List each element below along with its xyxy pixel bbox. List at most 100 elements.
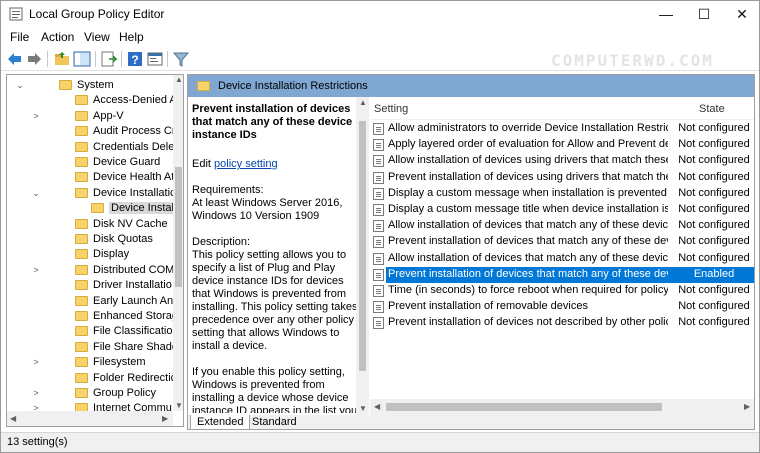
tab-standard[interactable]: Standard <box>246 415 303 429</box>
tree-item[interactable]: > Distributed COM <box>7 263 177 278</box>
folder-icon <box>75 234 88 244</box>
policy-state: Not configured <box>678 186 750 199</box>
policy-row[interactable]: Allow installation of devices that match… <box>370 251 754 267</box>
list-horizontal-scrollbar[interactable]: ◀ ▶ <box>370 399 754 415</box>
policy-row[interactable]: Prevent installation of devices that mat… <box>370 234 754 250</box>
collapse-chevron-icon[interactable]: ⌄ <box>15 78 25 93</box>
policy-row[interactable]: Display a custom message when installati… <box>370 186 754 202</box>
tree-item[interactable]: Display <box>7 247 177 262</box>
app-window: Local Group Policy Editor — ☐ ✕ File Act… <box>0 0 760 453</box>
tree-item-label: Folder Redirectic <box>93 371 177 384</box>
toolbar-separator <box>167 51 168 67</box>
policy-row[interactable]: Prevent installation of devices that mat… <box>373 266 754 283</box>
scroll-right-icon[interactable]: ▶ <box>744 402 750 411</box>
expand-chevron-icon[interactable]: > <box>31 386 41 401</box>
scroll-left-icon[interactable]: ◀ <box>10 414 16 423</box>
policy-state: Not configured <box>678 300 750 313</box>
list-scroll-thumb[interactable] <box>386 403 662 411</box>
header-divider <box>370 119 754 120</box>
expand-chevron-icon[interactable]: > <box>31 109 41 124</box>
forward-arrow-icon[interactable] <box>25 50 43 68</box>
menu-file[interactable]: File <box>10 30 29 44</box>
folder-icon <box>75 264 88 275</box>
tree-item[interactable]: > Filesystem <box>7 355 177 370</box>
tab-extended[interactable]: Extended <box>190 415 251 429</box>
folder-icon <box>75 95 88 106</box>
show-hide-tree-icon[interactable] <box>73 50 91 68</box>
tree-item[interactable]: Early Launch Ant <box>7 294 177 309</box>
policy-row[interactable]: Prevent installation of removable device… <box>370 299 754 315</box>
scroll-up-icon[interactable]: ▲ <box>175 75 183 84</box>
policy-row[interactable]: Prevent installation of devices using dr… <box>370 170 754 186</box>
scroll-down-icon[interactable]: ▼ <box>359 404 367 413</box>
policy-setting-icon <box>373 252 384 265</box>
collapse-chevron-icon[interactable]: ⌄ <box>31 186 41 201</box>
tree-item[interactable]: File Share Shado <box>7 340 178 355</box>
tree-item-label: Disk NV Cache <box>93 217 168 230</box>
policy-row[interactable]: Prevent installation of devices not desc… <box>370 315 754 331</box>
navigation-tree[interactable]: ⌄ System Access-Denied A > App-V Audit Proces… <box>6 74 184 427</box>
policy-row[interactable]: Apply layered order of evaluation for Al… <box>370 137 754 153</box>
folder-icon <box>75 249 88 260</box>
properties-icon[interactable] <box>146 50 164 68</box>
tree-item[interactable]: Audit Process Cr <box>7 124 177 139</box>
expand-chevron-icon[interactable]: > <box>31 263 41 278</box>
help-icon[interactable]: ? <box>126 50 144 68</box>
tree-item[interactable]: Credentials Dele <box>7 140 177 155</box>
tree-item[interactable]: Enhanced Storag <box>7 309 178 324</box>
tree-scroll-thumb[interactable] <box>175 167 182 287</box>
scroll-down-icon[interactable]: ▼ <box>175 401 183 410</box>
description-text: This policy setting allows you to specif… <box>192 249 358 352</box>
scroll-left-icon[interactable]: ◀ <box>374 402 380 411</box>
policy-row[interactable]: Allow installation of devices using driv… <box>370 153 754 169</box>
tree-item[interactable]: > Group Policy <box>7 386 177 401</box>
tree-vertical-scrollbar[interactable]: ▲ ▼ <box>173 75 183 411</box>
scroll-right-icon[interactable]: ▶ <box>162 414 168 423</box>
column-header-state[interactable]: State <box>699 103 725 115</box>
policy-title: Prevent installation of devices that mat… <box>192 103 353 141</box>
tree-item-label: Access-Denied A <box>93 94 177 107</box>
description-label: Description: <box>192 236 251 248</box>
policy-name: Display a custom message when installati… <box>388 186 668 199</box>
up-folder-icon[interactable] <box>53 50 71 68</box>
policy-row[interactable]: Allow administrators to override Device … <box>370 121 754 137</box>
description-scroll-thumb[interactable] <box>359 121 366 371</box>
tree-item[interactable]: Device Guard <box>7 155 177 170</box>
tree-item[interactable]: Folder Redirectic <box>7 371 177 386</box>
menu-action[interactable]: Action <box>41 30 74 44</box>
export-list-icon[interactable] <box>100 50 118 68</box>
tree-item[interactable]: ⌄ System <box>7 78 177 93</box>
menu-help[interactable]: Help <box>119 30 144 44</box>
requirements-label: Requirements: <box>192 184 264 196</box>
folder-icon <box>75 157 88 167</box>
filter-icon[interactable] <box>172 50 190 68</box>
menu-view[interactable]: View <box>84 30 110 44</box>
tree-item[interactable]: ⌄ Device Installatic <box>7 186 177 201</box>
tree-item-label: Device Guard <box>93 156 161 168</box>
tree-item[interactable]: > App-V <box>7 109 177 124</box>
back-arrow-icon[interactable] <box>6 50 24 68</box>
tree-item[interactable]: Disk NV Cache <box>7 217 177 232</box>
policy-row[interactable]: Time (in seconds) to force reboot when r… <box>370 283 754 299</box>
tree-item[interactable]: Device Health At <box>7 170 177 185</box>
tree-horizontal-scrollbar[interactable]: ◀ ▶ <box>7 411 173 426</box>
policy-state: Not configured <box>678 251 750 264</box>
tree-item[interactable]: Device Install <box>7 201 179 216</box>
column-header-setting[interactable]: Setting <box>374 103 408 115</box>
close-button[interactable]: ✕ <box>719 1 760 27</box>
policy-setting-icon <box>373 123 384 135</box>
policy-row[interactable]: Display a custom message title when devi… <box>370 202 754 218</box>
tree-item[interactable]: Access-Denied A <box>7 93 177 108</box>
tree-item[interactable]: Disk Quotas <box>7 232 177 247</box>
policy-setting-icon <box>373 301 384 314</box>
scroll-up-icon[interactable]: ▲ <box>359 98 367 107</box>
edit-policy-setting-link[interactable]: policy setting <box>214 158 278 170</box>
policy-state: Not configured <box>678 284 750 296</box>
policy-name: Prevent installation of removable device… <box>388 300 588 313</box>
expand-chevron-icon[interactable]: > <box>31 355 41 370</box>
tree-item[interactable]: File Classification <box>7 324 179 339</box>
tree-item[interactable]: Driver Installatio <box>7 278 177 293</box>
policy-state: Enabled <box>693 267 735 280</box>
description-scrollbar[interactable]: ▲ ▼ <box>356 97 369 415</box>
policy-row[interactable]: Allow installation of devices that match… <box>370 218 754 234</box>
